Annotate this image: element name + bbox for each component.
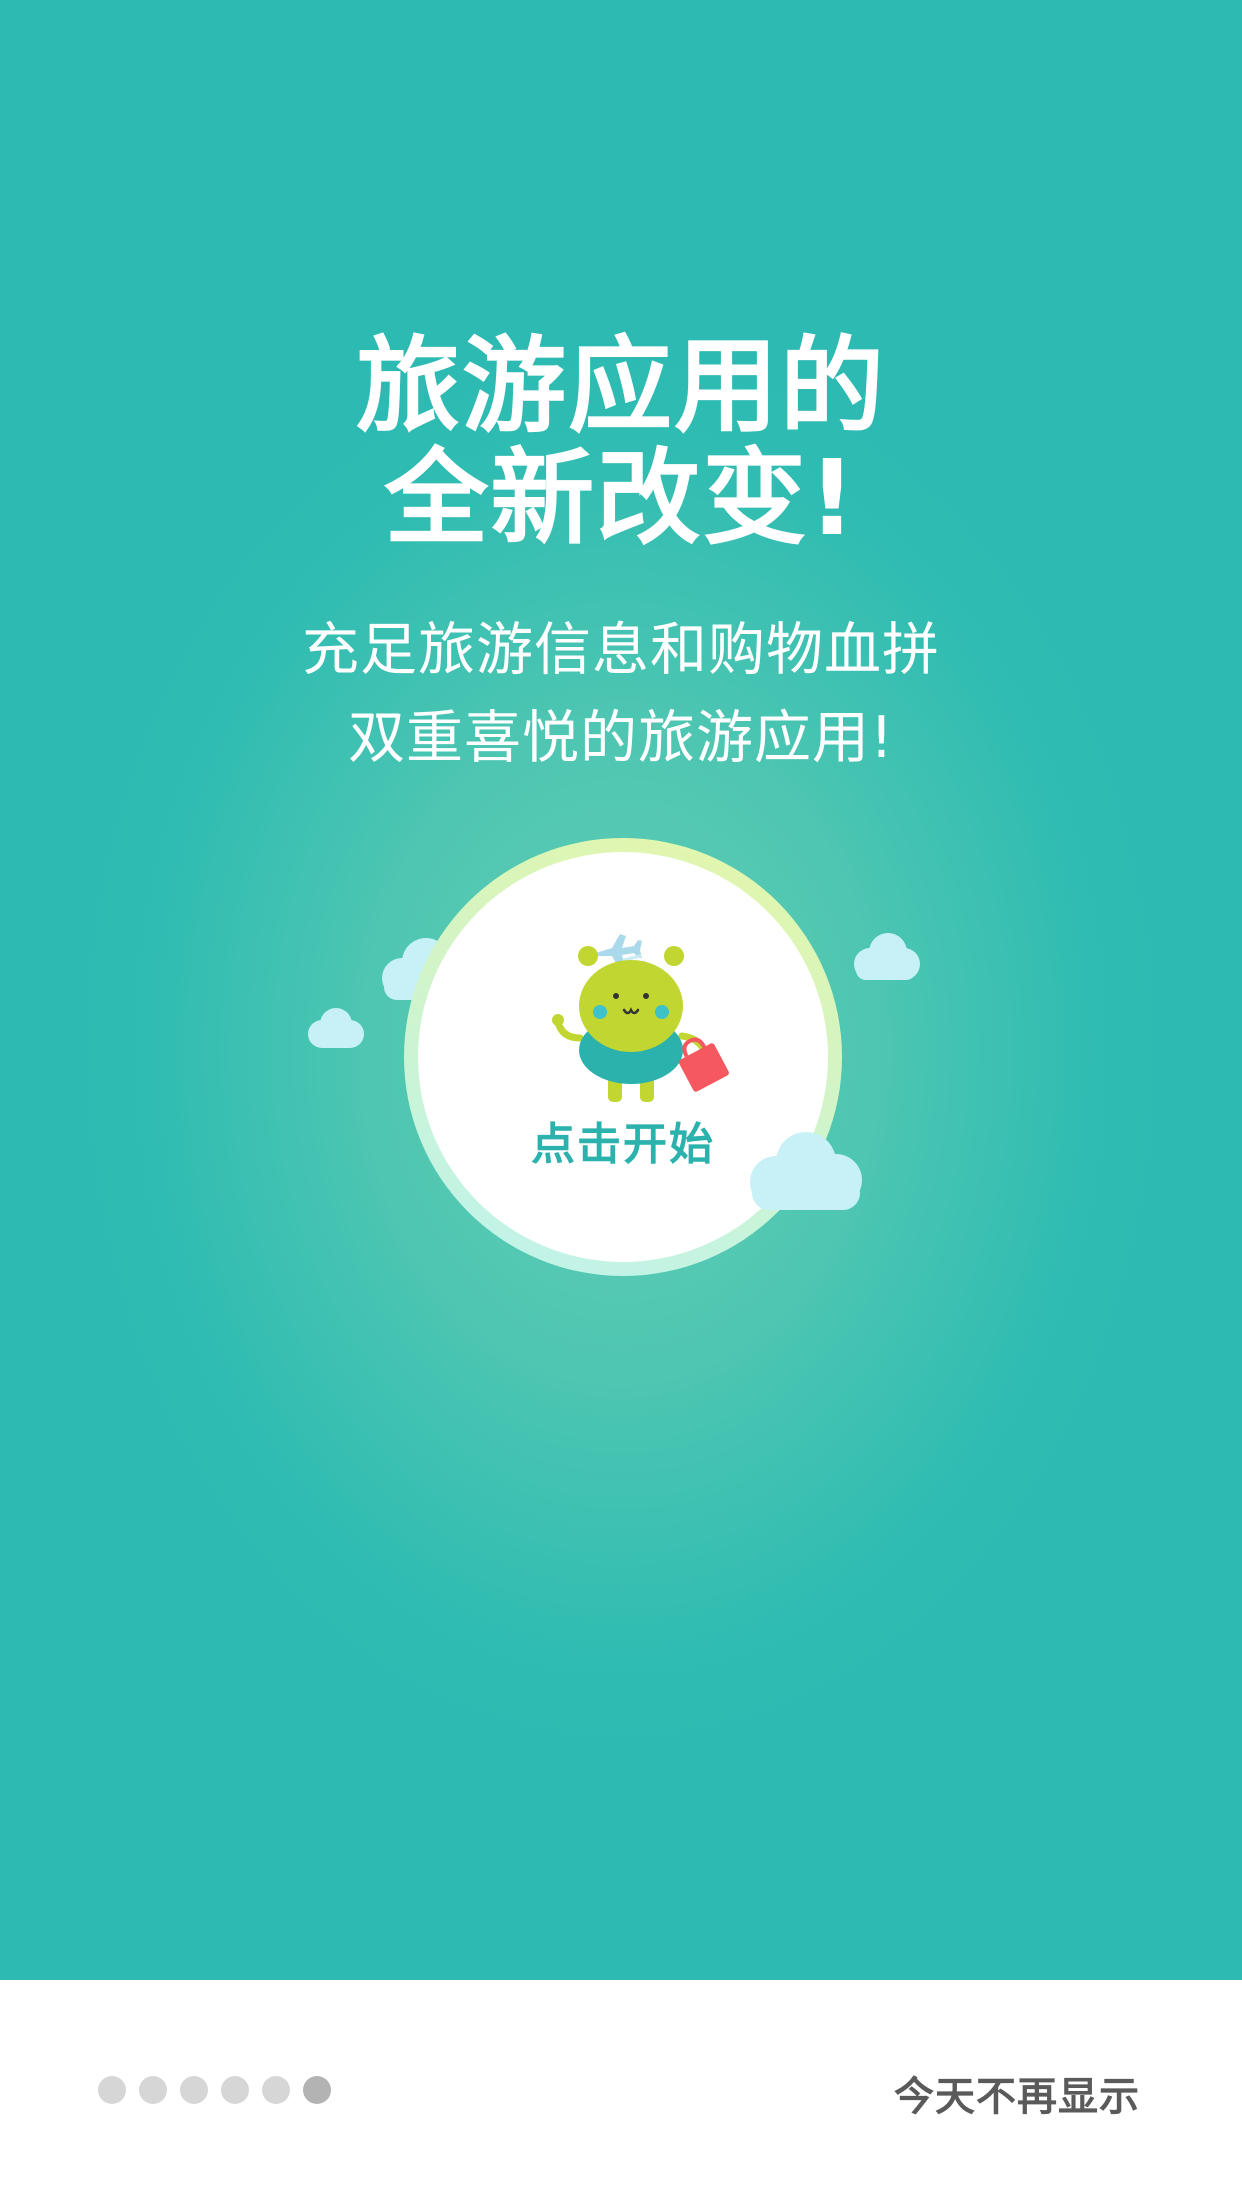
subheadline: 充足旅游信息和购物血拼 双重喜悦的旅游应用! [0,606,1242,782]
headline: 旅游应用的 全新改变! [0,330,1242,554]
shopping-bag-icon [678,1037,729,1092]
page-indicator [98,2076,331,2106]
page-dot[interactable] [98,2076,126,2104]
cloud-icon [854,933,920,980]
hero-section: 旅游应用的 全新改变! 充足旅游信息和购物血拼 双重喜悦的旅游应用! 点击开始 [0,0,1242,1980]
onboarding-screen: 旅游应用的 全新改变! 充足旅游信息和购物血拼 双重喜悦的旅游应用! 点击开始 … [0,0,1242,2208]
page-dot-active[interactable] [303,2076,331,2104]
dont-show-today-button[interactable]: 今天不再显示 [894,2064,1140,2122]
subheadline-line-2: 双重喜悦的旅游应用! [348,705,894,771]
headline-line-2: 全新改变! [384,437,858,559]
page-dot[interactable] [262,2076,290,2104]
page-dot[interactable] [139,2076,167,2104]
cloud-icon [750,1132,862,1210]
cloud-icon [308,1008,364,1048]
page-dot[interactable] [221,2076,249,2104]
headline-line-1: 旅游应用的 [355,325,886,447]
page-dot[interactable] [180,2076,208,2104]
footer-bar: 今天不再显示 [0,1980,1242,2208]
subheadline-line-1: 充足旅游信息和购物血拼 [302,617,940,683]
